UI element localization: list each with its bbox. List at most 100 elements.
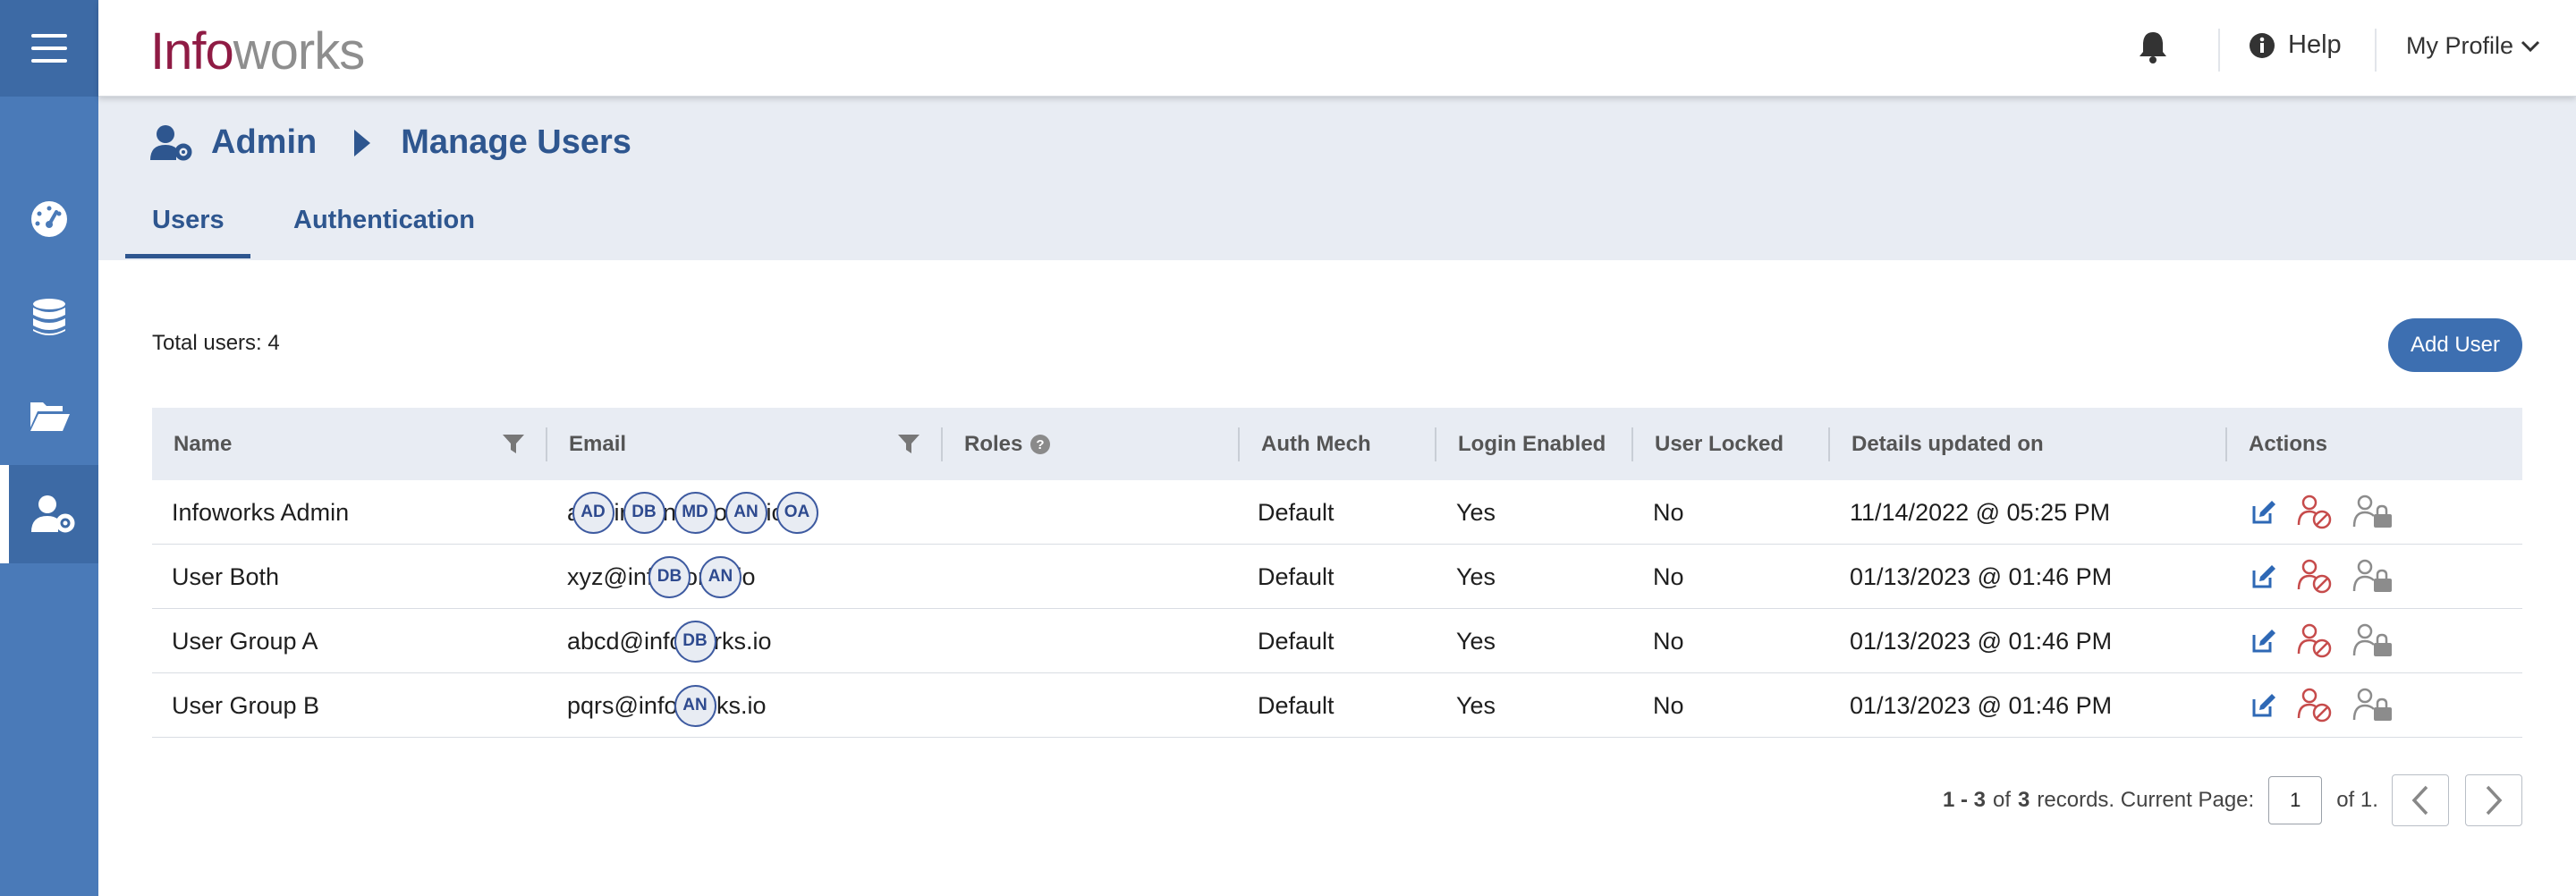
edit-user-button[interactable]: [2250, 499, 2277, 526]
tab-authentication[interactable]: Authentication: [293, 206, 475, 235]
column-header-email[interactable]: Email: [569, 408, 626, 480]
user-name-cell: Infoworks Admin: [172, 498, 350, 526]
lock-user-button[interactable]: [2352, 688, 2394, 723]
user-ban-icon: [2297, 688, 2332, 723]
table-body: Infoworks Admin admin@infoworks.io ADDBM…: [152, 480, 2522, 738]
total-users-count: Total users: 4: [152, 331, 280, 355]
lock-user-button[interactable]: [2352, 623, 2394, 659]
question-circle-icon[interactable]: ?: [1030, 434, 1051, 455]
column-header-details-updated[interactable]: Details updated on: [1852, 408, 2044, 480]
user-locked-cell: No: [1653, 691, 1684, 719]
details-updated-cell: 11/14/2022 @ 05:25 PM: [1850, 498, 2111, 526]
sidebar-item-admin[interactable]: [0, 465, 98, 563]
sidebar: [0, 0, 98, 896]
pagination-of-pages: of 1.: [2336, 788, 2378, 812]
details-updated-cell: 01/13/2023 @ 01:46 PM: [1850, 627, 2113, 655]
user-locked-cell: No: [1653, 627, 1684, 655]
database-icon: [33, 299, 65, 335]
user-ban-icon: [2297, 559, 2332, 594]
previous-page-button[interactable]: [2392, 774, 2449, 826]
sidebar-item-files[interactable]: [0, 367, 98, 465]
table-header: Name Email Roles ? Auth Mech Login Enabl…: [152, 408, 2522, 480]
column-header-user-locked[interactable]: User Locked: [1655, 408, 1784, 480]
column-header-actions: Actions: [2249, 431, 2328, 456]
chevron-left-icon: [2411, 785, 2428, 816]
pagination-records-text: records. Current Page:: [2037, 788, 2255, 812]
lock-user-button[interactable]: [2352, 559, 2394, 595]
hamburger-menu-button[interactable]: [0, 0, 98, 97]
role-badge: DB: [648, 555, 691, 598]
user-ban-icon: [2297, 623, 2332, 658]
login-enabled-cell: Yes: [1456, 691, 1496, 719]
column-header-roles: Roles ?: [964, 408, 1051, 480]
header-divider: [2218, 29, 2220, 72]
breadcrumb-admin[interactable]: Admin: [211, 123, 317, 162]
help-label: Help: [2288, 30, 2342, 59]
column-header-auth-mech[interactable]: Auth Mech: [1261, 408, 1371, 480]
pagination-of: of: [1993, 788, 2012, 812]
notifications-button[interactable]: [2138, 30, 2168, 69]
user-lock-icon: [2352, 559, 2392, 592]
breadcrumb: Admin Manage Users: [150, 123, 631, 162]
current-page-input[interactable]: [2268, 776, 2323, 824]
column-divider: [1828, 427, 1830, 461]
tab-users[interactable]: Users: [152, 206, 225, 235]
column-header-name[interactable]: Name: [174, 408, 232, 480]
add-user-button[interactable]: Add User: [2388, 318, 2522, 372]
sidebar-item-dashboard[interactable]: [0, 170, 98, 268]
lock-user-button[interactable]: [2352, 494, 2394, 530]
table-row: User Group A abcd@infoworks.io DB Defaul…: [152, 609, 2522, 673]
auth-mech-cell: Default: [1258, 562, 1335, 590]
active-tab-indicator: [125, 254, 250, 258]
role-badge: AN: [724, 491, 767, 534]
top-header: Infoworks Help My Profile: [98, 0, 2576, 97]
pagination-total: 3: [2018, 788, 2030, 812]
bell-icon: [2140, 32, 2166, 63]
column-divider: [1238, 427, 1240, 461]
auth-mech-cell: Default: [1258, 691, 1335, 719]
help-button[interactable]: Help: [2249, 30, 2342, 60]
filter-icon[interactable]: [898, 435, 919, 454]
user-roles-cell: DB: [547, 609, 843, 673]
dashboard-icon: [31, 201, 67, 237]
user-lock-icon: [2352, 688, 2392, 721]
filter-icon[interactable]: [503, 435, 524, 454]
edit-user-button[interactable]: [2250, 692, 2277, 719]
edit-user-button[interactable]: [2250, 628, 2277, 655]
info-icon: [2250, 32, 2275, 58]
edit-icon: [2252, 630, 2275, 653]
table-row: Infoworks Admin admin@infoworks.io ADDBM…: [152, 480, 2522, 545]
disable-user-button[interactable]: [2297, 559, 2333, 595]
edit-icon: [2252, 501, 2275, 524]
page-title: Manage Users: [401, 123, 631, 161]
my-profile-dropdown[interactable]: My Profile: [2406, 32, 2540, 60]
user-roles-cell: DB AN: [547, 545, 843, 609]
details-updated-cell: 01/13/2023 @ 01:46 PM: [1850, 691, 2113, 719]
edit-user-button[interactable]: [2250, 563, 2277, 590]
user-roles-cell: AN: [547, 673, 843, 738]
disable-user-button[interactable]: [2297, 494, 2333, 530]
sidebar-item-data[interactable]: [0, 268, 98, 367]
user-ban-icon: [2297, 494, 2332, 529]
auth-mech-cell: Default: [1258, 498, 1335, 526]
row-actions: [2250, 480, 2394, 545]
table-row: User Group B pqrs@infoworks.io AN Defaul…: [152, 673, 2522, 738]
disable-user-button[interactable]: [2297, 623, 2333, 659]
hamburger-icon: [31, 34, 67, 63]
user-roles-cell: AD DB MD AN OA: [547, 480, 843, 545]
user-lock-icon: [2352, 494, 2392, 528]
user-name-cell: User Group B: [172, 691, 320, 719]
disable-user-button[interactable]: [2297, 688, 2333, 723]
user-lock-icon: [2352, 623, 2392, 656]
user-cog-icon: [150, 124, 192, 160]
table-row: User Both xyz@infoworks.io DBAN Default …: [152, 545, 2522, 609]
svg-text:?: ?: [1037, 437, 1045, 452]
row-actions: [2250, 609, 2394, 673]
chevron-down-icon: [2521, 40, 2540, 52]
edit-icon: [2252, 565, 2275, 588]
next-page-button[interactable]: [2465, 774, 2522, 826]
column-header-login-enabled[interactable]: Login Enabled: [1458, 408, 1606, 480]
pagination-info: 1 - 3 of 3 records. Current Page: of 1.: [1943, 774, 2378, 826]
infoworks-logo[interactable]: Infoworks: [150, 21, 365, 81]
users-table: Name Email Roles ? Auth Mech Login Enabl…: [152, 408, 2522, 738]
